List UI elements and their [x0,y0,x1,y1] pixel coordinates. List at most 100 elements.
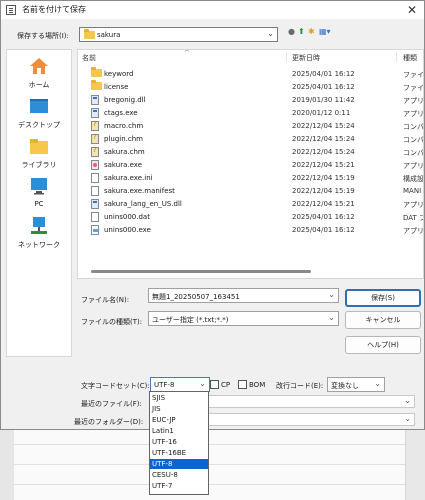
recent-file-select[interactable]: ⌄ [208,395,415,408]
place-network[interactable]: ネットワーク [7,216,71,254]
up-folder-icon[interactable]: ⬆ [298,27,305,37]
dat-file-icon [91,212,99,224]
file-date: 2025/04/01 16:12 [292,226,355,234]
folder-icon [91,80,102,92]
location-combo[interactable]: sakura ⌄ [79,27,278,42]
window-title: 名前を付けて保存 [22,5,86,14]
file-type: コンパ [403,149,424,157]
file-row[interactable]: sakura.chm 2022/12/04 15:24 コンパ [78,146,423,159]
file-name: sakura.exe [104,161,143,169]
file-row[interactable]: sakura_lang_en_US.dll 2022/12/04 15:21 アプリ [78,198,423,211]
file-row[interactable]: unins000.dat 2025/04/01 16:12 DAT フ [78,211,423,224]
file-date: 2022/12/04 15:24 [292,135,355,143]
chm-file-icon [91,120,99,133]
place-pc[interactable]: PC [7,176,71,214]
chevron-down-icon: ⌄ [199,379,206,388]
encoding-option[interactable]: SJIS [150,393,208,403]
place-label: デスクトップ [18,121,60,129]
file-row[interactable]: sakura.exe 2022/12/04 15:21 アプリ [78,159,423,172]
home-icon [30,58,48,74]
chm-file-icon [91,133,99,146]
file-row[interactable]: unins000.exe 2025/04/01 16:12 アプリ [78,224,423,237]
editor-line [14,464,405,465]
view-menu-icon[interactable]: ▦▾ [319,27,331,37]
recent-folder-label: 最近のフォルダー(D): [74,418,144,426]
help-button[interactable]: ヘルプ(H) [345,336,421,354]
file-type: アプリ [403,162,424,170]
editor-line [14,484,405,485]
encoding-option[interactable]: JIS [150,404,208,414]
chevron-down-icon: ⌄ [267,29,274,38]
file-row[interactable]: macro.chm 2022/12/04 15:24 コンパ [78,120,423,133]
file-type: コンパ [403,123,424,131]
chevron-down-icon[interactable]: ⌄ [328,290,335,299]
encoding-option-selected[interactable]: UTF-8 [150,459,208,469]
file-type: アプリ [403,97,424,105]
place-desktop[interactable]: デスクトップ [7,96,71,134]
column-header-name[interactable]: 名前 [82,53,96,63]
file-date: 2020/01/12 0:11 [292,109,351,117]
bom-label: BOM [249,381,266,389]
dll-file-icon [91,95,99,107]
file-type: DAT フ [403,214,424,222]
horizontal-scrollbar[interactable] [91,270,311,273]
file-row[interactable]: sakura.exe.ini 2022/12/04 15:19 構成設 [78,172,423,185]
filename-value: 無題1_20250507_163451 [152,293,240,301]
new-folder-icon[interactable]: ✱ [308,27,315,37]
back-icon[interactable]: ● [288,27,295,37]
eol-value: 変換なし [331,382,359,390]
encoding-label: 文字コードセット(C): [81,382,150,390]
encoding-option[interactable]: UTF-16 [150,437,208,447]
chm-file-icon [91,146,99,159]
file-type: ファイル [403,84,424,92]
background-editor [0,430,425,500]
column-divider[interactable] [286,52,287,62]
editor-scrollbar[interactable] [405,430,425,500]
place-library[interactable]: ライブラリ [7,136,71,174]
place-home[interactable]: ホーム [7,56,71,94]
bom-checkbox[interactable] [238,380,247,389]
file-row[interactable]: keyword 2025/04/01 16:12 ファイル [78,67,423,81]
encoding-select[interactable]: UTF-8 ⌄ [150,377,210,392]
save-button[interactable]: 保存(S) [345,289,421,307]
column-header-type[interactable]: 種類 [403,53,417,63]
encoding-option[interactable]: UTF-7 [150,481,208,491]
file-name: plugin.chm [104,135,143,143]
encoding-dropdown-list[interactable]: SJIS JIS EUC-JP Latin1 UTF-16 UTF-16BE U… [149,391,209,495]
encoding-option[interactable]: CESU-8 [150,470,208,480]
close-button[interactable]: ✕ [404,2,420,18]
file-type: アプリ [403,110,424,118]
places-bar: ホーム デスクトップ ライブラリ PC ネットワーク [6,49,72,357]
network-icon [31,217,47,234]
pc-icon [31,178,47,195]
encoding-option[interactable]: Latin1 [150,426,208,436]
location-value: sakura [97,31,121,39]
folder-icon [91,67,102,79]
eol-label: 改行コード(E): [276,382,324,390]
filename-input[interactable]: 無題1_20250507_163451 ⌄ [148,288,339,303]
cp-checkbox[interactable] [210,380,219,389]
file-list[interactable]: 名前 ^ 更新日時 種類 keyword 2025/04/01 16:12 ファイル… [77,49,424,279]
file-row[interactable]: bregonig.dll 2019/01/30 11:42 アプリ [78,94,423,107]
file-row[interactable]: license 2025/04/01 16:12 ファイル [78,80,424,94]
title-bar: 名前を付けて保存 ✕ [1,1,424,19]
eol-select[interactable]: 変換なし ⌄ [327,377,385,392]
chevron-down-icon: ⌄ [404,396,411,405]
encoding-option[interactable]: UTF-16BE [150,448,208,458]
recent-folder-select[interactable]: ⌄ [208,413,415,426]
column-header-date[interactable]: 更新日時 [292,53,320,63]
file-row[interactable]: plugin.chm 2022/12/04 15:24 コンパ [78,133,423,146]
cancel-button[interactable]: キャンセル [345,311,421,329]
column-divider[interactable] [396,52,397,62]
file-name: license [104,83,129,91]
dll-file-icon [91,199,99,211]
file-date: 2025/04/01 16:12 [292,213,355,221]
encoding-option[interactable]: EUC-JP [150,415,208,425]
nav-toolbar: ● ⬆ ✱ ▦▾ [288,27,336,39]
file-row[interactable]: sakura.exe.manifest 2022/12/04 15:19 MANI [78,185,423,198]
filename-label: ファイル名(N): [81,296,130,304]
sakura-app-icon [91,160,99,172]
filetype-select[interactable]: ユーザー指定 (*.txt;*.*) ⌄ [148,311,339,326]
file-row[interactable]: ctags.exe 2020/01/12 0:11 アプリ [78,107,423,120]
filetype-label: ファイルの種類(T): [81,318,143,326]
